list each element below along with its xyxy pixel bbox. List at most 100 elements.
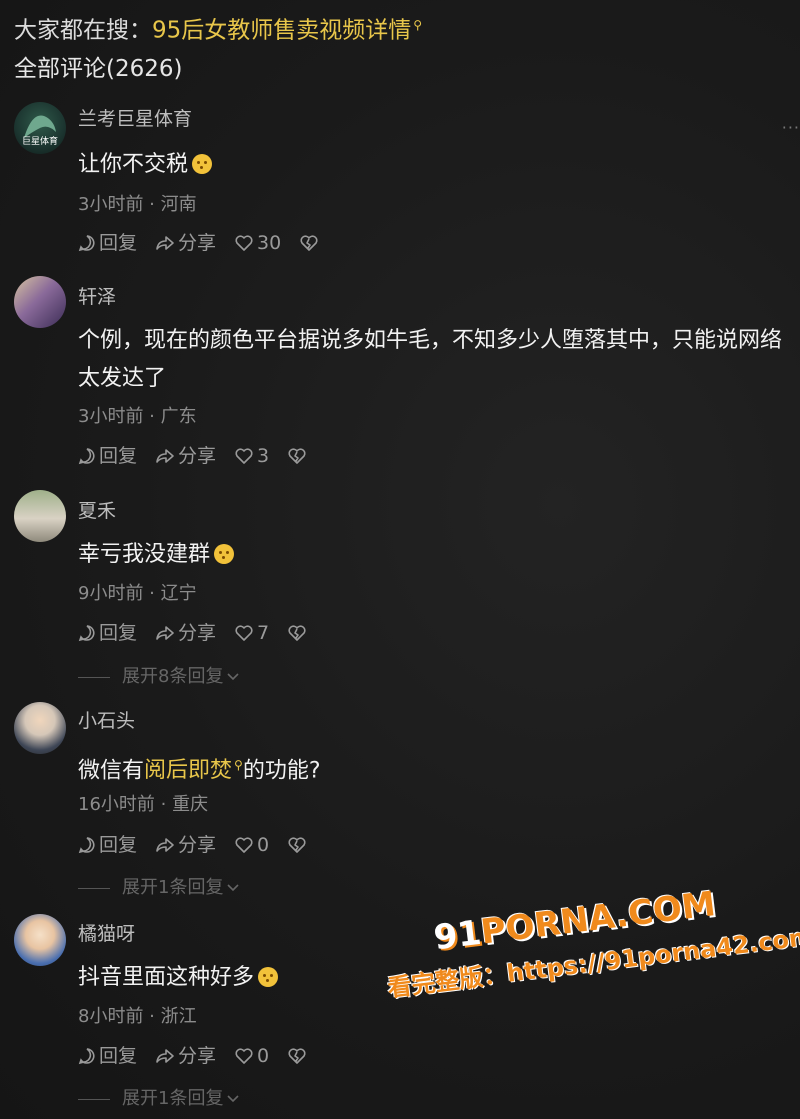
reply-button[interactable]: 回复 (78, 1043, 137, 1069)
comment-text: 个例，现在的颜色平台据说多如牛毛，不知多少人堕落其中，只能说网络太发达了 (78, 328, 783, 391)
divider (78, 676, 110, 678)
search-icon: ⚲ (413, 18, 423, 32)
like-button[interactable]: 7 (234, 620, 269, 646)
expand-replies-button[interactable]: 展开1条回复 (78, 1086, 241, 1112)
like-button[interactable]: 3 (234, 443, 269, 469)
username[interactable]: 兰考巨星体育 (78, 106, 192, 132)
avatar[interactable]: 巨星体育 (14, 102, 66, 154)
comment-time: 3小时前 (78, 406, 144, 427)
search-link[interactable]: 95后女教师售卖视频详情 (152, 18, 411, 44)
share-button[interactable]: 分享 (155, 230, 216, 256)
expand-replies-button[interactable]: 展开1条回复 (78, 875, 241, 901)
comment-text: 幸亏我没建群 (78, 536, 790, 574)
expand-replies-label: 展开1条回复 (122, 877, 224, 898)
share-label: 分享 (178, 622, 217, 644)
chevron-down-icon (227, 673, 240, 681)
reply-button[interactable]: 回复 (78, 230, 137, 256)
username[interactable]: 夏禾 (78, 498, 116, 524)
comment-time: 16小时前 (78, 794, 155, 815)
broken-heart-icon (288, 625, 306, 641)
reply-icon (78, 837, 95, 854)
like-count: 3 (257, 445, 270, 467)
comment-time: 3小时前 (78, 194, 144, 215)
share-button[interactable]: 分享 (155, 832, 216, 858)
reply-label: 回复 (99, 232, 138, 254)
dislike-button[interactable] (299, 234, 322, 252)
laughing-emoji-icon (214, 544, 235, 564)
comment-actions: 回复 分享 7 (78, 620, 328, 646)
search-icon: ⚲ (234, 758, 243, 772)
search-prefix: 大家都在搜： (14, 17, 152, 44)
heart-icon (235, 837, 253, 853)
comment-count: 全部评论(2626) (14, 56, 183, 82)
search-keyword-label: 阅后即焚 (144, 758, 233, 784)
reply-button[interactable]: 回复 (78, 832, 137, 858)
heart-icon (235, 625, 253, 641)
like-count: 0 (257, 834, 270, 856)
broken-heart-icon (288, 837, 306, 853)
reply-label: 回复 (99, 622, 138, 644)
share-icon (156, 1049, 174, 1063)
reply-icon (78, 235, 95, 252)
avatar[interactable] (14, 490, 66, 542)
chevron-down-icon (227, 884, 240, 892)
like-count: 30 (257, 232, 282, 254)
comment-body: 幸亏我没建群 (78, 542, 211, 567)
dislike-button[interactable] (287, 836, 310, 854)
comment-meta: 9小时前 · 辽宁 (78, 583, 197, 604)
search-keyword-link[interactable]: 阅后即焚 ⚲ (144, 758, 243, 783)
comment-meta: 8小时前 · 浙江 (78, 1006, 197, 1027)
watermark-logo-number: 91 (431, 912, 484, 959)
dislike-button[interactable] (287, 624, 310, 642)
search-suggestion[interactable]: 大家都在搜：95后女教师售卖视频详情 ⚲ (14, 8, 422, 48)
comment-meta: 3小时前 · 河南 (78, 194, 197, 215)
divider (78, 887, 110, 889)
heart-icon (235, 235, 253, 251)
reply-button[interactable]: 回复 (78, 620, 137, 646)
share-label: 分享 (178, 445, 217, 467)
comment-actions: 回复 分享 0 (78, 1043, 328, 1069)
share-label: 分享 (178, 232, 217, 254)
comment-location: 广东 (160, 406, 197, 427)
expand-replies-button[interactable]: 展开8条回复 (78, 664, 241, 690)
comment-location: 重庆 (172, 794, 209, 815)
username[interactable]: 小石头 (78, 708, 135, 734)
dislike-button[interactable] (287, 447, 310, 465)
reply-icon (78, 625, 95, 642)
comment-location: 辽宁 (160, 583, 197, 604)
reply-label: 回复 (99, 445, 138, 467)
broken-heart-icon (288, 1048, 306, 1064)
reply-icon (78, 448, 95, 465)
comment-body-end: 的功能? (242, 758, 321, 784)
share-label: 分享 (178, 1045, 217, 1067)
reply-button[interactable]: 回复 (78, 443, 137, 469)
avatar[interactable] (14, 276, 66, 328)
comment-body-start: 微信有 (78, 758, 145, 784)
share-button[interactable]: 分享 (155, 1043, 216, 1069)
comment-time: 9小时前 (78, 583, 144, 604)
expand-replies-label: 展开1条回复 (122, 1088, 224, 1109)
share-button[interactable]: 分享 (155, 443, 216, 469)
emoji-icon (192, 154, 213, 174)
like-button[interactable]: 0 (234, 1043, 269, 1069)
username[interactable]: 轩泽 (78, 284, 116, 310)
share-icon (156, 449, 174, 463)
share-button[interactable]: 分享 (155, 620, 216, 646)
dislike-button[interactable] (287, 1047, 310, 1065)
like-button[interactable]: 30 (234, 230, 281, 256)
broken-heart-icon (300, 235, 318, 251)
share-icon (156, 236, 174, 250)
emoji-icon (258, 967, 279, 987)
reply-icon (78, 1048, 95, 1065)
avatar[interactable] (14, 702, 66, 754)
share-icon (156, 626, 174, 640)
share-label: 分享 (178, 834, 217, 856)
avatar[interactable] (14, 914, 66, 966)
divider (78, 1098, 110, 1100)
username[interactable]: 橘猫呀 (78, 921, 135, 947)
heart-icon (235, 448, 253, 464)
like-button[interactable]: 0 (234, 832, 269, 858)
comment-actions: 回复 分享 3 (78, 443, 328, 469)
more-options-icon[interactable]: ··· (782, 118, 800, 137)
broken-heart-icon (288, 448, 306, 464)
